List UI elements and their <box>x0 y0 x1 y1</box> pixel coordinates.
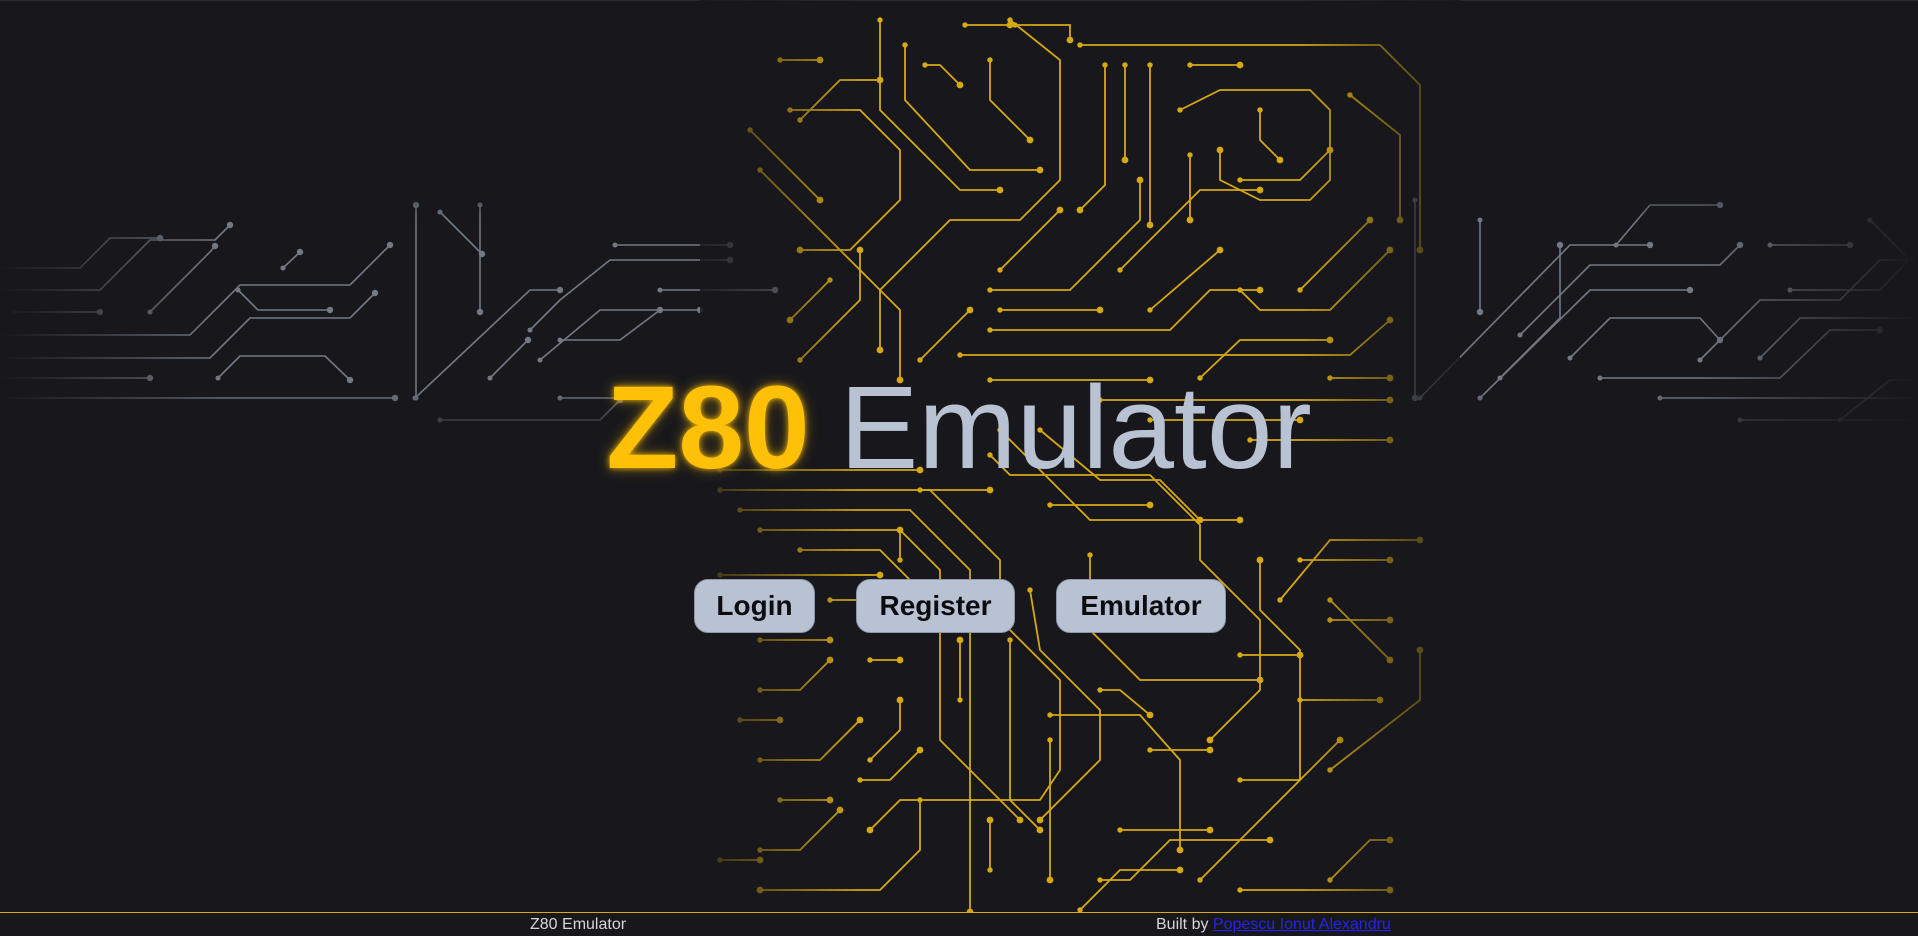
footer-credit: Built by Popescu Ionut Alexandru <box>1156 916 1391 934</box>
title-accent: Z80 <box>606 362 810 494</box>
hero-title: Z80 Emulator <box>0 358 1918 498</box>
landing-page: Z80 Emulator Login Register Emulator Z80 … <box>0 0 1918 936</box>
footer: Z80 Emulator Built by Popescu Ionut Alex… <box>0 912 1918 936</box>
register-button[interactable]: Register <box>856 579 1015 633</box>
footer-credit-prefix: Built by <box>1156 916 1209 933</box>
emulator-button[interactable]: Emulator <box>1056 579 1226 633</box>
author-link[interactable]: Popescu Ionut Alexandru <box>1213 916 1391 933</box>
login-button[interactable]: Login <box>694 579 815 633</box>
footer-app-name: Z80 Emulator <box>530 916 627 933</box>
title-rest: Emulator <box>839 362 1312 494</box>
